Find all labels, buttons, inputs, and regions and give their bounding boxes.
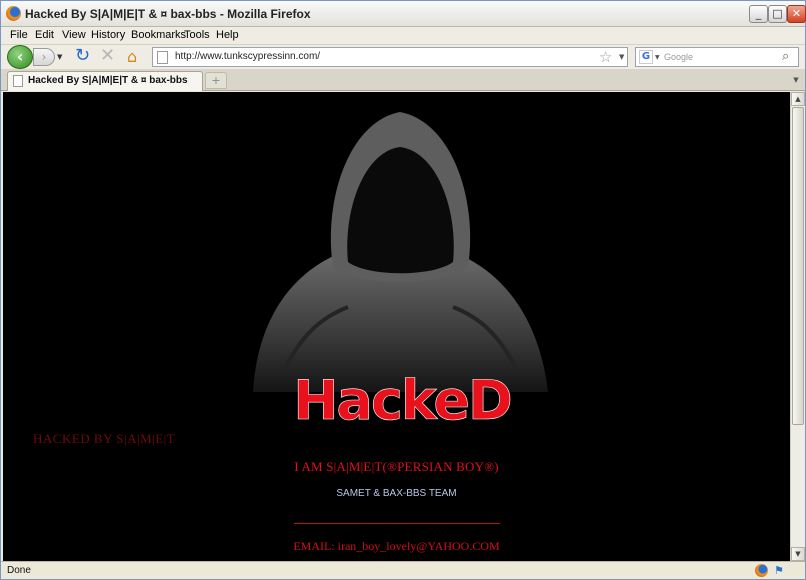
- scroll-down-icon[interactable]: ▼: [791, 547, 805, 561]
- scroll-up-icon[interactable]: ▲: [791, 92, 805, 106]
- menu-help[interactable]: Help: [216, 29, 239, 41]
- minimize-button[interactable]: _: [749, 5, 768, 23]
- hacked-logo: HackeD: [293, 372, 513, 432]
- navigation-toolbar: ‹ › ▼ ↻ ✕ ⌂ http://www.tunkscypressinn.c…: [1, 45, 805, 69]
- title-bar: Hacked By S|A|M|E|T & ¤ bax-bbs - Mozill…: [1, 1, 806, 27]
- divider-line: [294, 523, 500, 524]
- security-status-icon[interactable]: ⚑: [774, 564, 787, 577]
- menu-tools[interactable]: Tools: [184, 29, 210, 41]
- forward-arrow-icon[interactable]: ›: [33, 48, 55, 66]
- tab-list-dropdown-icon[interactable]: ▼: [789, 72, 803, 89]
- page-heading: I AM S|A|M|E|T(®PERSIAN BOY®): [294, 459, 499, 474]
- magnifier-icon[interactable]: ⌕: [782, 49, 789, 64]
- menu-file[interactable]: File: [10, 29, 28, 41]
- menu-view[interactable]: View: [62, 29, 86, 41]
- reload-icon[interactable]: ↻: [75, 47, 90, 65]
- logo-text: HackeD: [293, 372, 511, 432]
- tab-page-icon: [13, 75, 23, 87]
- history-dropdown-icon[interactable]: ▼: [57, 53, 62, 61]
- tab-strip: Hacked By S|A|M|E|T & ¤ bax-bbs + ▼: [1, 69, 805, 91]
- star-icon[interactable]: ☆: [599, 48, 612, 66]
- vertical-scrollbar[interactable]: ▲ ▼: [790, 92, 805, 561]
- hacked-by-label: HACKED BY S|A|M|E|T: [33, 431, 176, 446]
- menu-edit[interactable]: Edit: [35, 29, 54, 41]
- search-engine-dropdown-icon[interactable]: ▼: [655, 54, 660, 61]
- menu-bar: File Edit View History Bookmarks Tools H…: [1, 27, 805, 45]
- page-content: HACKED BY S|A|M|E|T HackeD I AM S|A|M|E|…: [3, 92, 790, 561]
- home-icon[interactable]: ⌂: [127, 48, 137, 66]
- url-text[interactable]: http://www.tunkscypressinn.com/: [175, 51, 320, 62]
- new-tab-button[interactable]: +: [205, 72, 227, 89]
- search-engine-icon[interactable]: G: [639, 50, 653, 64]
- close-button[interactable]: ✕: [787, 5, 806, 23]
- status-bar: Done ⚑: [1, 561, 805, 579]
- firefox-status-icon[interactable]: [755, 564, 768, 577]
- status-text: Done: [7, 565, 31, 576]
- url-bar[interactable]: http://www.tunkscypressinn.com/ ☆ ▼: [152, 47, 628, 67]
- email-label: EMAIL: iran_boy_lovely@YAHOO.COM: [293, 539, 500, 553]
- back-arrow-icon[interactable]: ‹: [7, 45, 33, 69]
- url-dropdown-icon[interactable]: ▼: [619, 53, 624, 61]
- search-input[interactable]: Google: [664, 52, 693, 62]
- scroll-thumb[interactable]: [792, 107, 804, 425]
- stop-icon[interactable]: ✕: [100, 47, 115, 65]
- browser-window: Hacked By S|A|M|E|T & ¤ bax-bbs - Mozill…: [0, 0, 806, 580]
- firefox-icon: [6, 6, 21, 21]
- window-title: Hacked By S|A|M|E|T & ¤ bax-bbs - Mozill…: [25, 7, 311, 21]
- team-label: SAMET & BAX-BBS TEAM: [336, 488, 457, 499]
- menu-bookmarks[interactable]: Bookmarks: [131, 29, 186, 41]
- menu-history[interactable]: History: [91, 29, 125, 41]
- page-icon: [157, 51, 168, 64]
- tab-label[interactable]: Hacked By S|A|M|E|T & ¤ bax-bbs: [28, 75, 188, 86]
- tab-active[interactable]: Hacked By S|A|M|E|T & ¤ bax-bbs: [7, 71, 203, 91]
- maximize-button[interactable]: □: [768, 5, 787, 23]
- search-bar[interactable]: G ▼ Google ⌕: [635, 47, 799, 67]
